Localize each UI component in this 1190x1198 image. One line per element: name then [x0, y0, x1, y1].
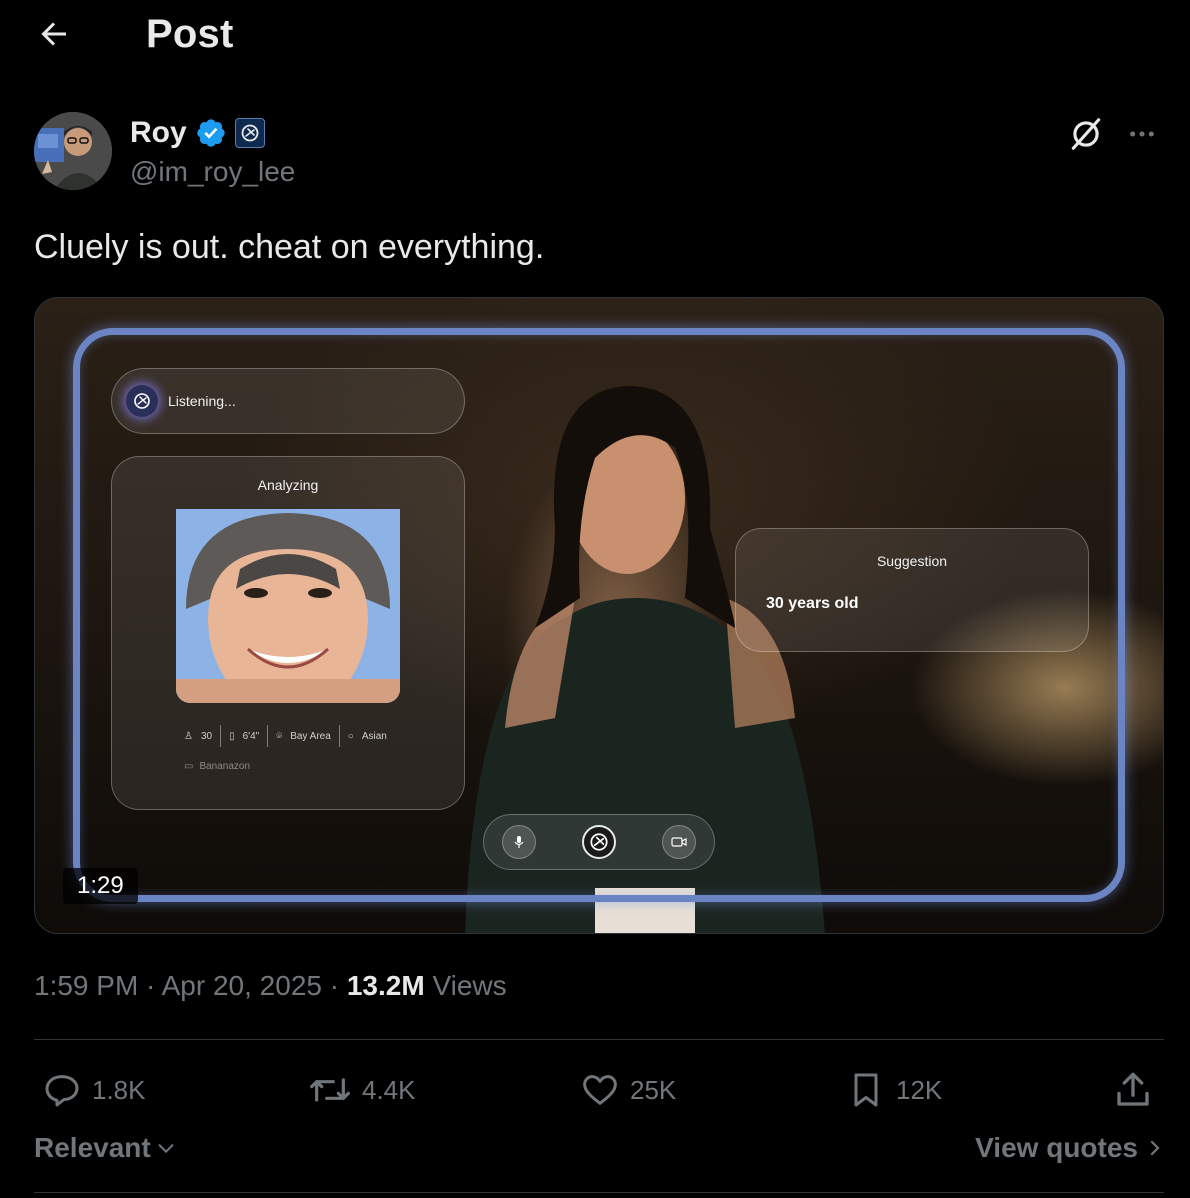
more-icon [1130, 131, 1154, 137]
microphone-icon [514, 836, 524, 848]
stat-divider [338, 725, 340, 747]
share-button[interactable] [1112, 1062, 1154, 1118]
repost-button[interactable]: 4.4K [308, 1062, 416, 1118]
grok-icon [1071, 118, 1101, 150]
verified-badge-icon[interactable] [195, 117, 227, 149]
video-player[interactable]: Listening... Analyzing ♙ 30 ▯ 6'4" ⌾ Bay… [34, 297, 1164, 934]
profile-stats: ♙ 30 ▯ 6'4" ⌾ Bay Area ○ Asian [184, 725, 400, 747]
avatar[interactable] [34, 112, 112, 190]
divider [34, 1192, 1164, 1193]
chevron-down-icon [158, 1144, 174, 1154]
suggestion-text: 30 years old [766, 595, 859, 612]
cluely-main-button[interactable] [582, 825, 616, 859]
more-options-button[interactable] [1120, 112, 1164, 156]
listening-label: Listening... [168, 393, 236, 409]
grok-button[interactable] [1064, 112, 1108, 156]
bookmark-icon [854, 1073, 878, 1107]
views-count: 13.2M [346, 970, 425, 1001]
video-duration: 1:29 [63, 868, 138, 904]
listening-orb-icon [126, 385, 158, 417]
job-value: Bananazon [199, 761, 251, 772]
sort-dropdown[interactable]: Relevant [34, 1132, 177, 1164]
affiliation-badge-icon[interactable] [234, 118, 265, 148]
repost-icon [310, 1078, 350, 1102]
reply-icon [45, 1075, 79, 1107]
post-author: Roy @im_roy_lee [34, 112, 1164, 194]
chevron-right-icon [1150, 1140, 1160, 1156]
ethnicity-icon: ○ [347, 730, 354, 742]
location-value: Bay Area [290, 730, 331, 742]
post-text: Cluely is out. cheat on everything. [34, 228, 545, 266]
face-photo [176, 509, 400, 703]
sort-label: Relevant [34, 1132, 151, 1163]
analyzing-title: Analyzing [257, 477, 319, 493]
share-icon [1117, 1072, 1149, 1106]
view-quotes-link[interactable]: View quotes [975, 1132, 1164, 1164]
analyzing-card: Analyzing ♙ 30 ▯ 6'4" ⌾ Bay Area ○ Asian… [111, 456, 465, 810]
bookmark-count: 12K [896, 1074, 943, 1105]
post-meta: 1:59 PM · Apr 20, 2025 · 13.2M Views [34, 970, 507, 1002]
camera-button[interactable] [662, 825, 696, 859]
page-title: Post [146, 12, 234, 56]
job-row: ▭ Bananazon [184, 761, 250, 772]
top-bar: Post [0, 0, 1190, 72]
stat-divider [267, 725, 269, 747]
like-count: 25K [630, 1074, 677, 1105]
display-name[interactable]: Roy [130, 116, 187, 150]
back-arrow-icon [41, 22, 66, 46]
overlay-controls [483, 814, 715, 870]
camera-icon [671, 837, 687, 847]
replies-filter-bar: Relevant View quotes [34, 1132, 1164, 1172]
user-handle[interactable]: @im_roy_lee [130, 156, 295, 188]
height-value: 6'4" [242, 730, 260, 742]
stat-divider [220, 725, 222, 747]
repost-count: 4.4K [362, 1074, 416, 1105]
back-button[interactable] [34, 14, 74, 54]
age-icon: ♙ [184, 730, 193, 742]
age-value: 30 [200, 730, 213, 742]
action-bar: 1.8K 4.4K 25K 12K [34, 1062, 1164, 1118]
height-icon: ▯ [229, 730, 235, 742]
reply-count: 1.8K [92, 1074, 146, 1105]
heart-icon [583, 1075, 617, 1105]
post-timestamp[interactable]: 1:59 PM · Apr 20, 2025 · [34, 970, 347, 1001]
briefcase-icon: ▭ [184, 761, 194, 772]
ethnicity-value: Asian [361, 730, 387, 742]
cluely-logo-icon [590, 833, 608, 851]
view-quotes-label: View quotes [975, 1132, 1138, 1163]
cluely-logo-icon [241, 124, 259, 142]
views-label: Views [424, 970, 507, 1001]
suggestion-card: Suggestion 30 years old [735, 528, 1089, 652]
suggestion-title: Suggestion [876, 553, 948, 569]
divider [34, 1039, 1164, 1040]
bookmark-button[interactable]: 12K [846, 1062, 942, 1118]
reply-button[interactable]: 1.8K [42, 1062, 146, 1118]
listening-pill: Listening... [111, 368, 465, 434]
avatar-image [34, 112, 112, 190]
microphone-button[interactable] [502, 825, 536, 859]
location-icon: ⌾ [276, 730, 283, 742]
name-row: Roy [130, 116, 265, 150]
like-button[interactable]: 25K [580, 1062, 676, 1118]
